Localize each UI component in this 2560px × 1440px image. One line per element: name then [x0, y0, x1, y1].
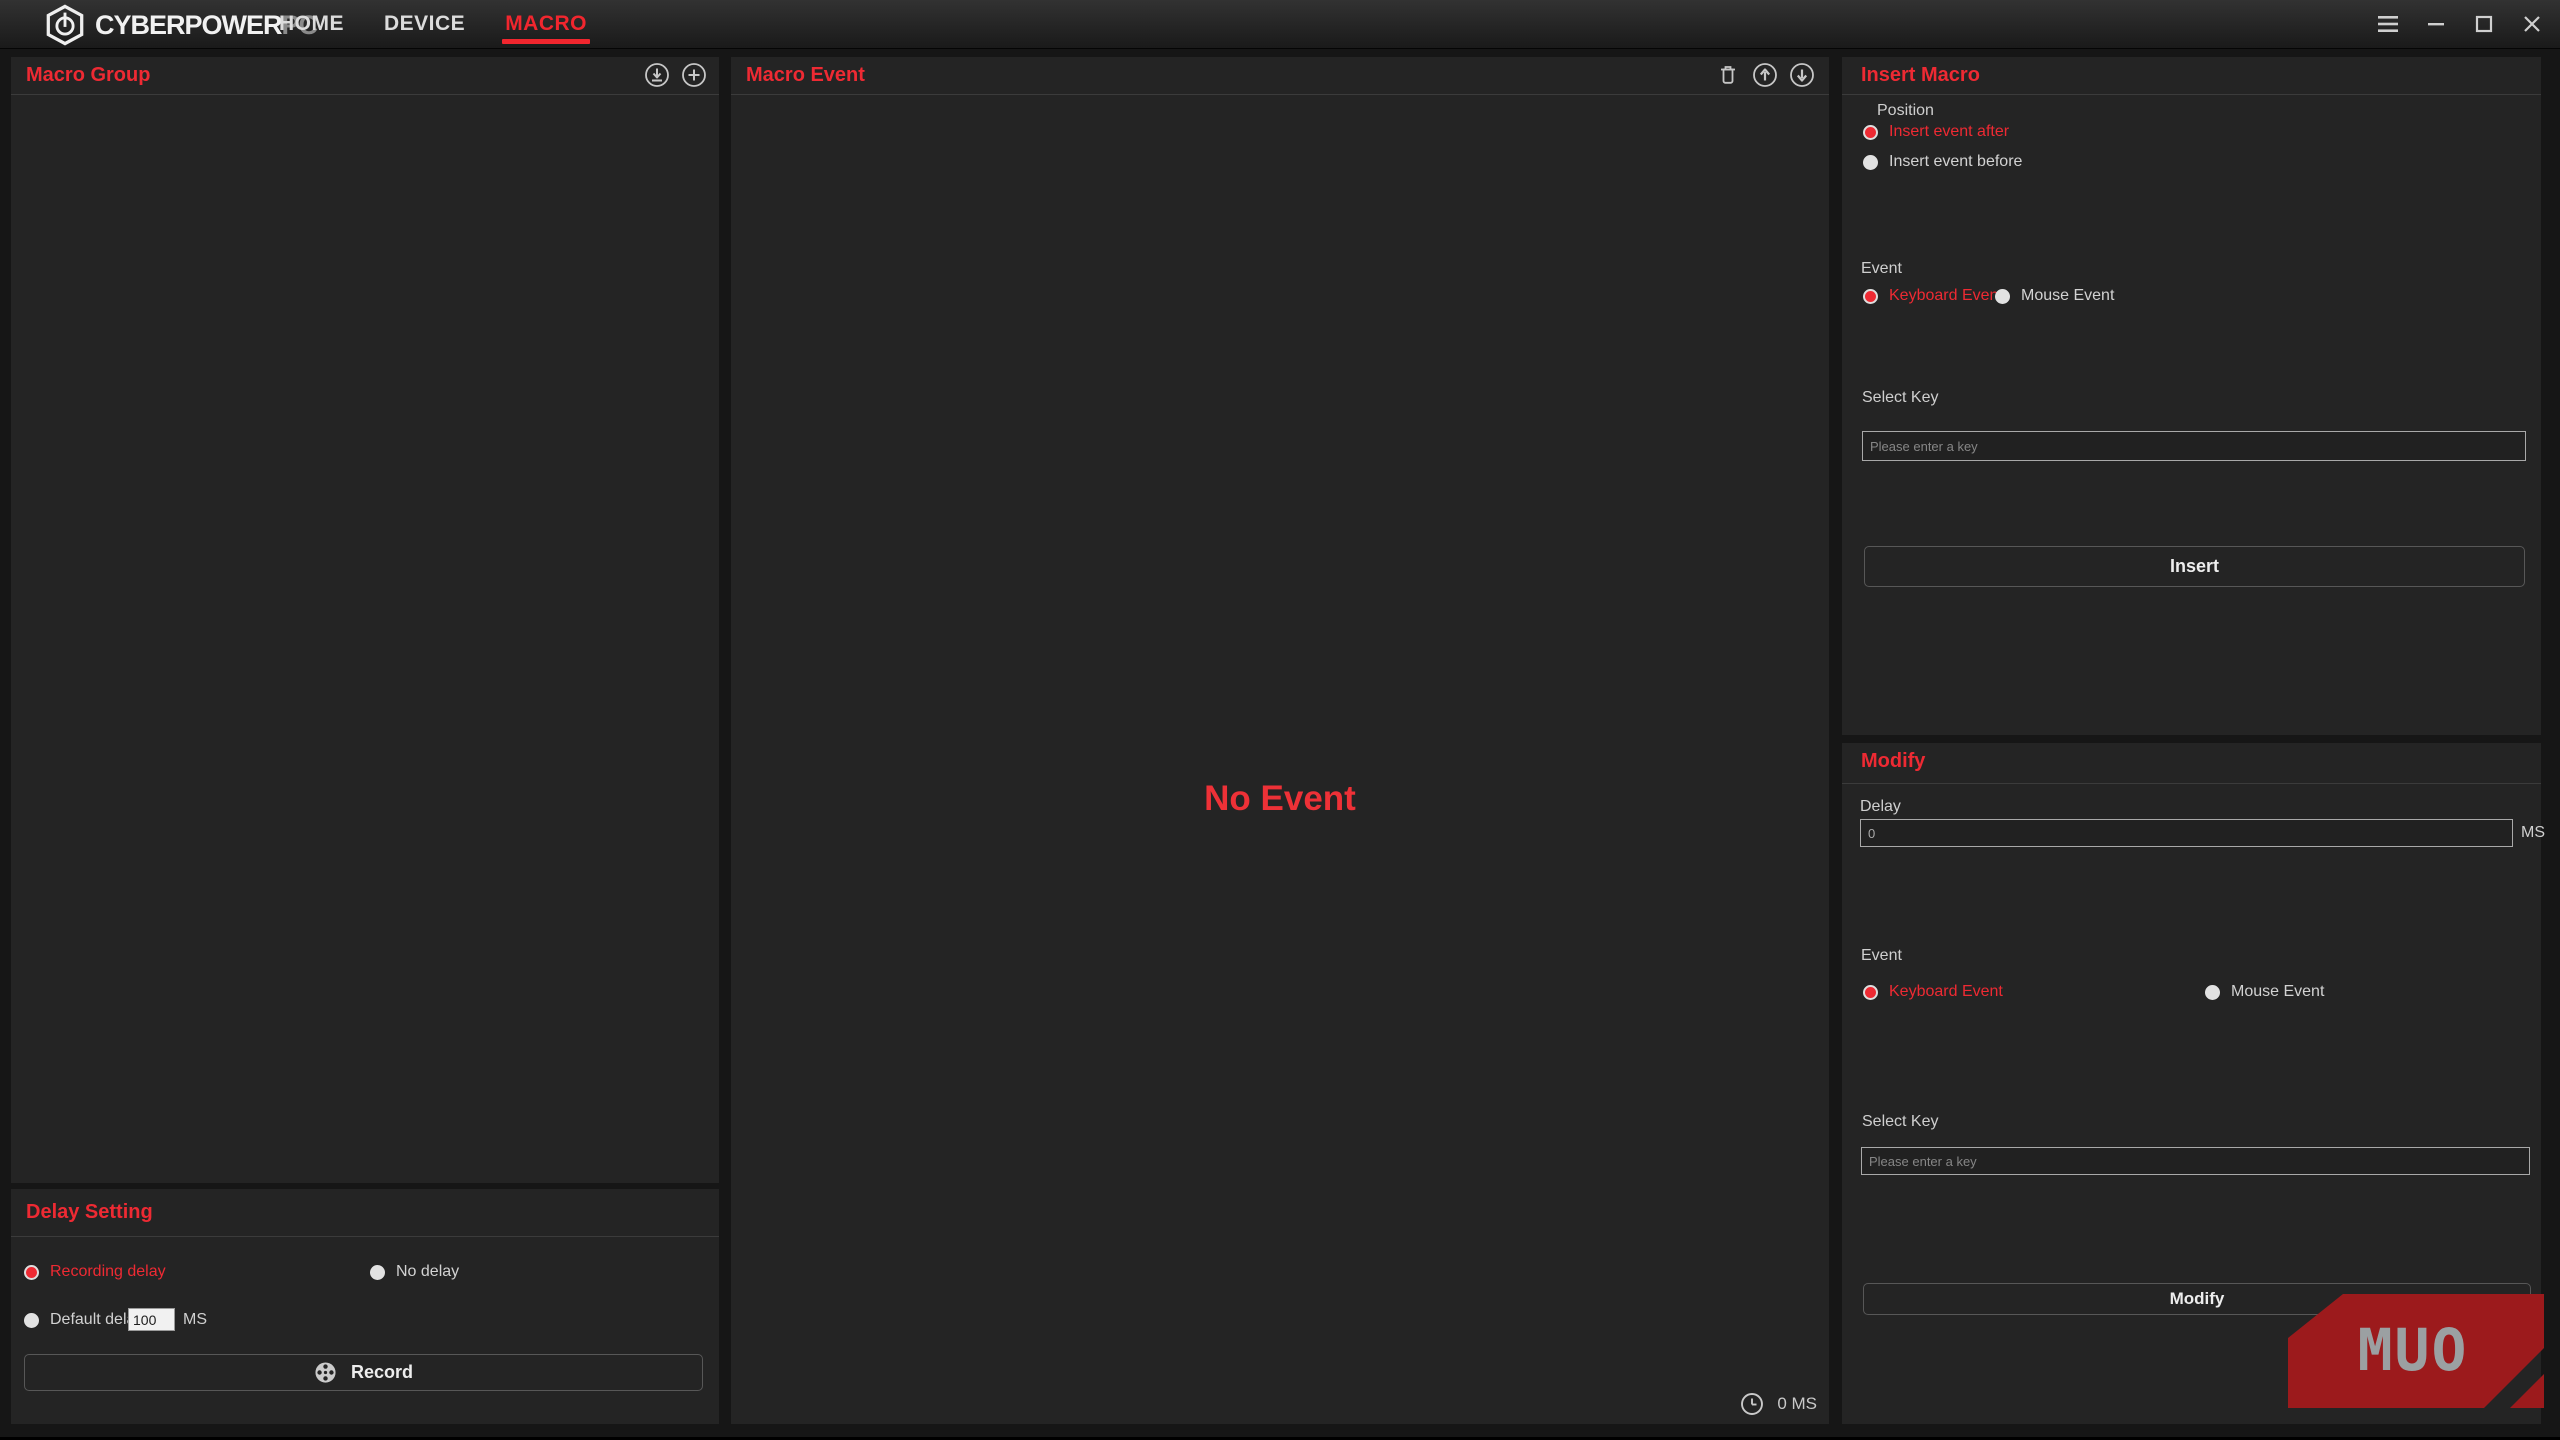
select-key-input[interactable]: [1862, 431, 2526, 461]
close-icon[interactable]: [2520, 12, 2544, 36]
radio-label: No delay: [396, 1263, 459, 1281]
total-delay: 0 MS: [1740, 1392, 1817, 1416]
radio-dot: [1863, 289, 1878, 304]
select-key-input[interactable]: [1861, 1147, 2530, 1175]
delay-label: Delay: [1860, 798, 1901, 816]
radio-label: Recording delay: [50, 1263, 166, 1281]
delay-setting-title: Delay Setting: [26, 1201, 153, 1224]
insert-macro-panel: Insert Macro Position Insert event after…: [1842, 57, 2541, 735]
macro-event-actions: [1715, 62, 1815, 88]
brand: CYBERPOWERPC: [44, 2, 317, 48]
macro-group-list[interactable]: [11, 95, 719, 1183]
radio-keyboard-event[interactable]: Keyboard Event: [1863, 287, 2003, 305]
radio-dot: [24, 1265, 39, 1280]
menu-icon[interactable]: [2376, 12, 2400, 36]
radio-dot: [1995, 289, 2010, 304]
brand-main: CYBERPOWER: [95, 10, 282, 40]
record-reel-icon: [314, 1361, 337, 1384]
record-button-label: Record: [351, 1362, 413, 1383]
macro-group-title: Macro Group: [26, 64, 150, 87]
macro-group-header: Macro Group: [11, 57, 719, 95]
modify-header: Modify: [1842, 743, 2541, 784]
tab-home[interactable]: HOME: [279, 0, 344, 48]
delete-event-icon[interactable]: [1715, 62, 1741, 88]
insert-macro-header: Insert Macro: [1842, 57, 2541, 95]
position-label: Position: [1877, 102, 1934, 120]
radio-label: Mouse Event: [2231, 983, 2324, 1001]
insert-macro-title: Insert Macro: [1861, 64, 1980, 87]
move-up-icon[interactable]: [1752, 62, 1778, 88]
import-macro-icon[interactable]: [644, 62, 670, 88]
radio-dot: [2205, 985, 2220, 1000]
cyberpowerpc-logo-icon: [44, 4, 86, 46]
record-button[interactable]: Record: [24, 1354, 703, 1391]
radio-label: Keyboard Event: [1889, 287, 2003, 305]
event-label: Event: [1861, 947, 1902, 965]
radio-insert-event-before[interactable]: Insert event before: [1863, 153, 2022, 171]
radio-insert-event-after[interactable]: Insert event after: [1863, 123, 2009, 141]
default-delay-input[interactable]: [128, 1308, 175, 1331]
no-event-message: No Event: [731, 779, 1829, 819]
select-key-label: Select Key: [1862, 1113, 1938, 1131]
radio-dot: [1863, 985, 1878, 1000]
delay-setting-header: Delay Setting: [11, 1189, 719, 1237]
macro-group-actions: [644, 62, 707, 88]
total-delay-value: 0 MS: [1777, 1394, 1817, 1414]
insert-button[interactable]: Insert: [1864, 546, 2525, 587]
event-label: Event: [1861, 260, 1902, 278]
radio-label: Keyboard Event: [1889, 983, 2003, 1001]
maximize-icon[interactable]: [2472, 12, 2496, 36]
clock-icon: [1740, 1392, 1764, 1416]
minimize-icon[interactable]: [2424, 12, 2448, 36]
move-down-icon[interactable]: [1789, 62, 1815, 88]
radio-label: Insert event after: [1889, 123, 2009, 141]
window-controls: [2376, 0, 2544, 48]
radio-mouse-event[interactable]: Mouse Event: [2205, 983, 2324, 1001]
muo-watermark: MUO: [2285, 1290, 2547, 1415]
radio-mouse-event[interactable]: Mouse Event: [1995, 287, 2114, 305]
radio-dot: [1863, 155, 1878, 170]
macro-event-title: Macro Event: [746, 64, 865, 87]
radio-keyboard-event[interactable]: Keyboard Event: [1863, 983, 2003, 1001]
tab-device[interactable]: DEVICE: [384, 0, 465, 48]
app-window: CYBERPOWERPC HOME DEVICE MACRO: [0, 0, 2560, 1440]
ms-label: MS: [183, 1311, 207, 1329]
radio-dot: [24, 1313, 39, 1328]
radio-recording-delay[interactable]: Recording delay: [24, 1263, 166, 1281]
macro-event-panel: Macro Event: [731, 57, 1829, 1424]
select-key-label: Select Key: [1862, 389, 1938, 407]
radio-default-delay[interactable]: Default delay: [24, 1311, 143, 1329]
tab-macro[interactable]: MACRO: [505, 0, 587, 48]
macro-event-header: Macro Event: [731, 57, 1829, 95]
main-nav: HOME DEVICE MACRO: [279, 0, 587, 48]
radio-no-delay[interactable]: No delay: [370, 1263, 459, 1281]
delay-input[interactable]: [1860, 819, 2513, 847]
title-bar: CYBERPOWERPC HOME DEVICE MACRO: [0, 0, 2560, 49]
ms-label: MS: [2521, 824, 2545, 842]
delay-setting-panel: Delay Setting Recording delay No delay D…: [11, 1189, 719, 1424]
radio-dot: [1863, 125, 1878, 140]
macro-group-panel: Macro Group: [11, 57, 719, 1183]
radio-label: Mouse Event: [2021, 287, 2114, 305]
radio-label: Insert event before: [1889, 153, 2022, 171]
muo-watermark-text: MUO: [2358, 1316, 2469, 1384]
radio-dot: [370, 1265, 385, 1280]
modify-title: Modify: [1861, 750, 1925, 773]
add-macro-icon[interactable]: [681, 62, 707, 88]
